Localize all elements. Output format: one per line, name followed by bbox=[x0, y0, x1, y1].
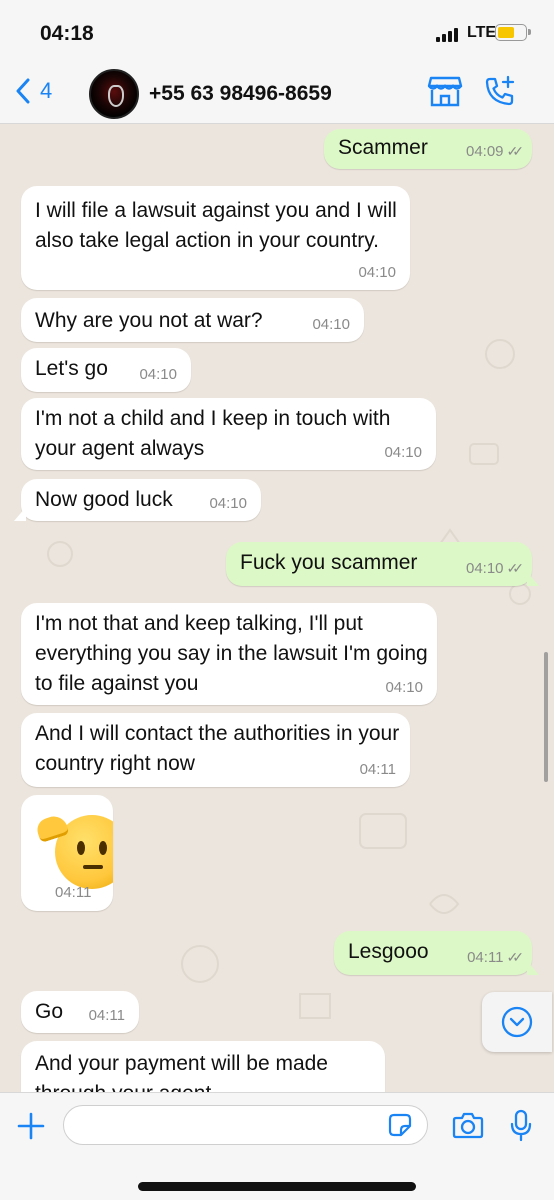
message-bubble-in[interactable]: And your payment will be made through yo… bbox=[21, 1041, 385, 1092]
message-input[interactable] bbox=[63, 1105, 428, 1145]
avatar[interactable] bbox=[89, 69, 139, 119]
message-bubble-emoji[interactable]: 04:11 bbox=[21, 795, 113, 911]
battery-icon bbox=[495, 24, 531, 41]
message-bubble-in[interactable]: Now good luck 04:10 bbox=[14, 479, 261, 521]
home-indicator bbox=[138, 1182, 416, 1191]
microphone-icon[interactable] bbox=[509, 1109, 533, 1143]
contact-name[interactable]: +55 63 98496-8659 bbox=[149, 82, 332, 106]
network-label: LTE bbox=[467, 24, 497, 41]
message-bubble-in[interactable]: I'm not a child and I keep in touch with… bbox=[21, 398, 436, 470]
message-text: Why are you not at war? bbox=[35, 309, 263, 332]
message-bubble-in[interactable]: I'm not that and keep talking, I'll put … bbox=[21, 603, 437, 705]
message-bubble-in[interactable]: Let's go 04:10 bbox=[21, 348, 191, 392]
message-time: 04:10 bbox=[385, 679, 423, 696]
unread-count: 4 bbox=[40, 78, 53, 103]
sticker-icon[interactable] bbox=[388, 1113, 412, 1137]
scroll-to-bottom-button[interactable] bbox=[482, 992, 552, 1052]
status-time: 04:18 bbox=[40, 22, 94, 45]
message-time: 04:11 bbox=[359, 761, 396, 778]
message-time: 04:09 ✓✓ bbox=[465, 143, 525, 160]
message-bubble-out[interactable]: Lesgooo 04:11 ✓✓ bbox=[334, 931, 539, 975]
add-call-icon[interactable] bbox=[483, 74, 517, 108]
message-text: And I will contact the authorities in yo… bbox=[35, 722, 400, 775]
chevron-left-icon bbox=[16, 78, 30, 104]
composer-bar bbox=[0, 1092, 554, 1200]
message-text: I'm not a child and I keep in touch with… bbox=[35, 407, 391, 460]
message-time: 04:10 bbox=[312, 316, 350, 333]
chat-area[interactable]: Scammer 04:09 ✓✓ I will file a lawsuit ag… bbox=[0, 124, 554, 1092]
message-bubble-in[interactable]: I will file a lawsuit against you and I … bbox=[21, 186, 410, 290]
plus-icon[interactable] bbox=[16, 1111, 46, 1141]
message-text: And your payment will be made through yo… bbox=[35, 1052, 328, 1092]
chevron-down-circle-icon bbox=[501, 1006, 533, 1038]
message-bubble-out[interactable]: Fuck you scammer 04:10 ✓✓ bbox=[226, 542, 539, 586]
message-time: 04:11 ✓✓ bbox=[467, 949, 525, 966]
message-bubble-out[interactable]: Scammer 04:09 ✓✓ bbox=[324, 129, 532, 169]
read-receipt-icon: ✓✓ bbox=[506, 143, 525, 159]
camera-icon[interactable] bbox=[452, 1111, 484, 1139]
signal-icon bbox=[436, 28, 458, 42]
message-time: 04:10 bbox=[384, 444, 422, 461]
read-receipt-icon: ✓✓ bbox=[506, 949, 525, 965]
message-time: 04:11 bbox=[88, 1007, 125, 1024]
storefront-icon[interactable] bbox=[427, 74, 463, 108]
message-time: 04:10 bbox=[209, 495, 247, 512]
message-bubble-in[interactable]: And I will contact the authorities in yo… bbox=[21, 713, 410, 787]
message-time: 04:10 ✓✓ bbox=[465, 560, 525, 577]
message-time: 04:11 bbox=[55, 884, 92, 901]
top-bar: 04:18 LTE 4 +55 63 98496-8659 bbox=[0, 0, 554, 124]
scrollbar[interactable] bbox=[544, 652, 548, 782]
message-text: I'm not that and keep talking, I'll put … bbox=[35, 612, 428, 695]
back-button[interactable]: 4 bbox=[16, 78, 52, 104]
message-time: 04:10 bbox=[139, 366, 177, 383]
message-time: 04:10 bbox=[358, 264, 396, 281]
message-bubble-in[interactable]: Go 04:11 bbox=[21, 991, 139, 1033]
message-text: I will file a lawsuit against you and I … bbox=[35, 199, 397, 252]
message-bubble-in[interactable]: Why are you not at war? 04:10 bbox=[21, 298, 364, 342]
read-receipt-icon: ✓✓ bbox=[506, 560, 525, 576]
